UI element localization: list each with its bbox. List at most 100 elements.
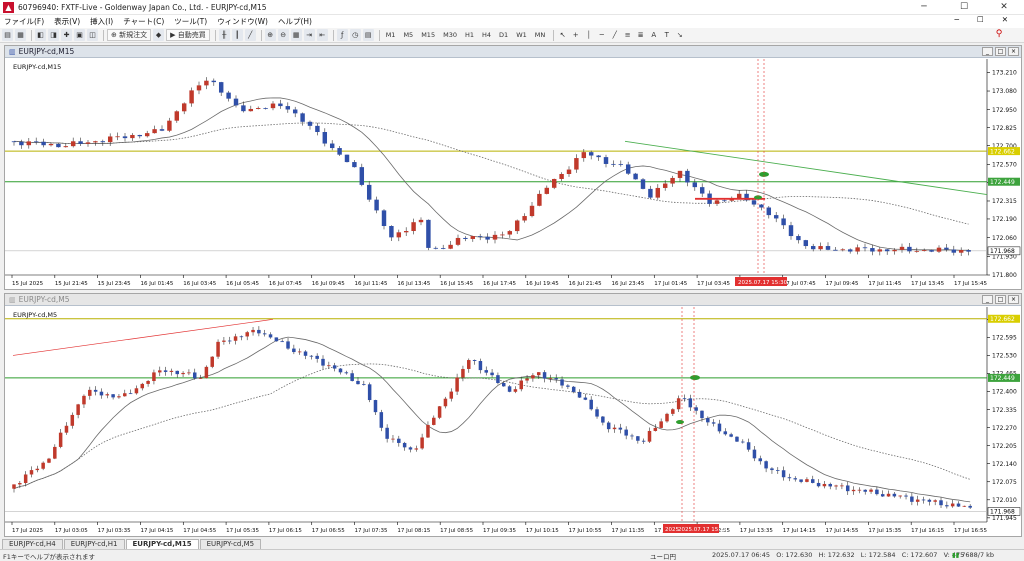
candle-bear [810,246,816,250]
chart-window-m5[interactable]: ▥ EURJPY-cd,M5 _ □ × EURJPY-cd,M5172.660… [4,293,1022,537]
price-tick-label: 172.010 [992,497,1017,504]
market-watch-icon[interactable]: ◧ [35,29,46,41]
cursor-icon[interactable]: ↖ [557,29,568,41]
auto-trade-button[interactable]: ▶ 自動売買 [166,29,210,41]
chart-shift-icon[interactable]: ⇤ [316,29,328,41]
fibonacci-icon[interactable]: ≣ [635,29,646,41]
menu-window[interactable]: ウィンドウ(W) [217,16,268,27]
periodicity-icon[interactable]: ◷ [349,29,361,41]
data-window-icon[interactable]: ◨ [48,29,59,41]
menu-file[interactable]: ファイル(F) [4,16,44,27]
candle-bull [169,370,174,372]
price-chart[interactable]: EURJPY-cd,M5172.660172.595172.530172.465… [5,307,1021,536]
candle-bull [115,136,120,138]
profiles-icon[interactable]: ▦ [15,29,26,41]
candle-bear [630,435,634,437]
auto-scroll-icon[interactable]: ⇥ [303,29,315,41]
timeframe-w1[interactable]: W1 [513,29,530,41]
candle-bear [694,407,698,411]
tab-eurjpy-m15[interactable]: EURJPY-cd,M15 [125,539,199,549]
candle-bear [344,154,350,163]
candle-bear [362,384,366,385]
child-restore-button[interactable]: ☐ [977,15,984,24]
chart-minimize-button[interactable]: _ [982,295,993,304]
menu-view[interactable]: 表示(V) [54,16,80,27]
menu-chart[interactable]: チャート(C) [123,16,164,27]
bar-chart-icon[interactable]: ╫ [218,29,230,41]
status-profile[interactable]: ユーロ円 [650,551,676,561]
menu-tools[interactable]: ツール(T) [174,16,207,27]
candle-bear [828,483,832,487]
timeframe-m1[interactable]: M1 [383,29,399,41]
chart-window-m15[interactable]: ▥ EURJPY-cd,M15 _ □ × EURJPY-cd,M15 173.2… [4,45,1022,290]
candle-bear [692,182,698,188]
timeframe-mn[interactable]: MN [532,29,548,41]
timeframe-h4[interactable]: H4 [479,29,494,41]
child-minimize-button[interactable]: ─ [954,15,959,24]
candle-bull [41,462,45,469]
candle-bull [933,500,937,502]
templates-icon[interactable]: ▤ [362,29,374,41]
price-tick-label: 172.595 [992,335,1017,342]
channel-icon[interactable]: ≡ [622,29,633,41]
price-tick-label: 172.060 [992,235,1017,242]
candle-bull [187,372,191,374]
new-chart-icon[interactable]: ▤ [2,29,13,41]
minimize-button[interactable]: ─ [904,0,944,15]
tab-eurjpy-m5[interactable]: EURJPY-cd,M5 [199,539,262,549]
time-tick-label: 17 Jul 11:35 [611,528,644,534]
indicators-icon[interactable]: ƒ [336,29,348,41]
timeframe-m30[interactable]: M30 [440,29,460,41]
candle-bear [56,143,61,148]
timeframe-d1[interactable]: D1 [496,29,511,41]
tab-eurjpy-h4[interactable]: EURJPY-cd,H4 [2,539,63,549]
search-icon[interactable]: ⚲ [992,29,1006,41]
candlestick-icon[interactable]: ┃ [231,29,243,41]
candle-bear [781,218,786,226]
chart-close-button[interactable]: × [1008,47,1019,56]
vertical-line-icon[interactable]: │ [583,29,594,41]
crosshair-icon[interactable]: + [570,29,581,41]
child-close-button[interactable]: ✕ [1002,15,1008,24]
timeframe-m5[interactable]: M5 [400,29,416,41]
time-tick-label: 17 Jul 13:45 [911,281,944,287]
maximize-button[interactable]: ☐ [944,0,984,15]
candle-bull [251,329,255,333]
tester-icon[interactable]: ◫ [87,29,98,41]
candle-bear [226,92,231,99]
text-tool-icon[interactable]: A [648,29,659,41]
arrows-icon[interactable]: ↘ [674,29,685,41]
zoom-in-icon[interactable]: ⊕ [264,29,276,41]
timeframe-h1[interactable]: H1 [462,29,477,41]
chart-close-button[interactable]: × [1008,295,1019,304]
candle-bear [321,358,325,366]
label-tool-icon[interactable]: T [661,29,672,41]
navigator-icon[interactable]: ✚ [61,29,72,41]
chart-minimize-button[interactable]: _ [982,47,993,56]
candle-bear [440,248,446,249]
candle-bull [665,413,669,422]
timeframe-m15[interactable]: M15 [418,29,438,41]
metaeditor-icon[interactable]: ◆ [153,29,165,41]
candle-bear [350,373,354,381]
price-chart[interactable]: EURJPY-cd,M15 173.210 173.080 172.950 172.82… [5,59,1021,289]
menu-insert[interactable]: 挿入(I) [90,16,113,27]
chart-window-header[interactable]: ▥ EURJPY-cd,M15 _ □ × [5,46,1021,58]
candle-bull [548,378,553,379]
candle-bear [799,479,803,482]
menu-help[interactable]: ヘルプ(H) [278,16,312,27]
zoom-out-icon[interactable]: ⊖ [277,29,289,41]
candle-bull [892,249,897,252]
close-button[interactable]: ✕ [984,0,1024,15]
tile-windows-icon[interactable]: ▦ [290,29,302,41]
horizontal-line-icon[interactable]: ─ [596,29,607,41]
price-tick-label: 171.945 [992,515,1017,522]
terminal-icon[interactable]: ▣ [74,29,85,41]
trendline-icon[interactable]: ╱ [609,29,620,41]
tab-eurjpy-h1[interactable]: EURJPY-cd,H1 [63,539,125,549]
chart-maximize-button[interactable]: □ [995,295,1006,304]
new-order-button[interactable]: ⊕ 新規注文 [107,29,152,41]
chart-window-header[interactable]: ▥ EURJPY-cd,M5 _ □ × [5,294,1021,306]
line-chart-icon[interactable]: ╱ [244,29,256,41]
chart-maximize-button[interactable]: □ [995,47,1006,56]
